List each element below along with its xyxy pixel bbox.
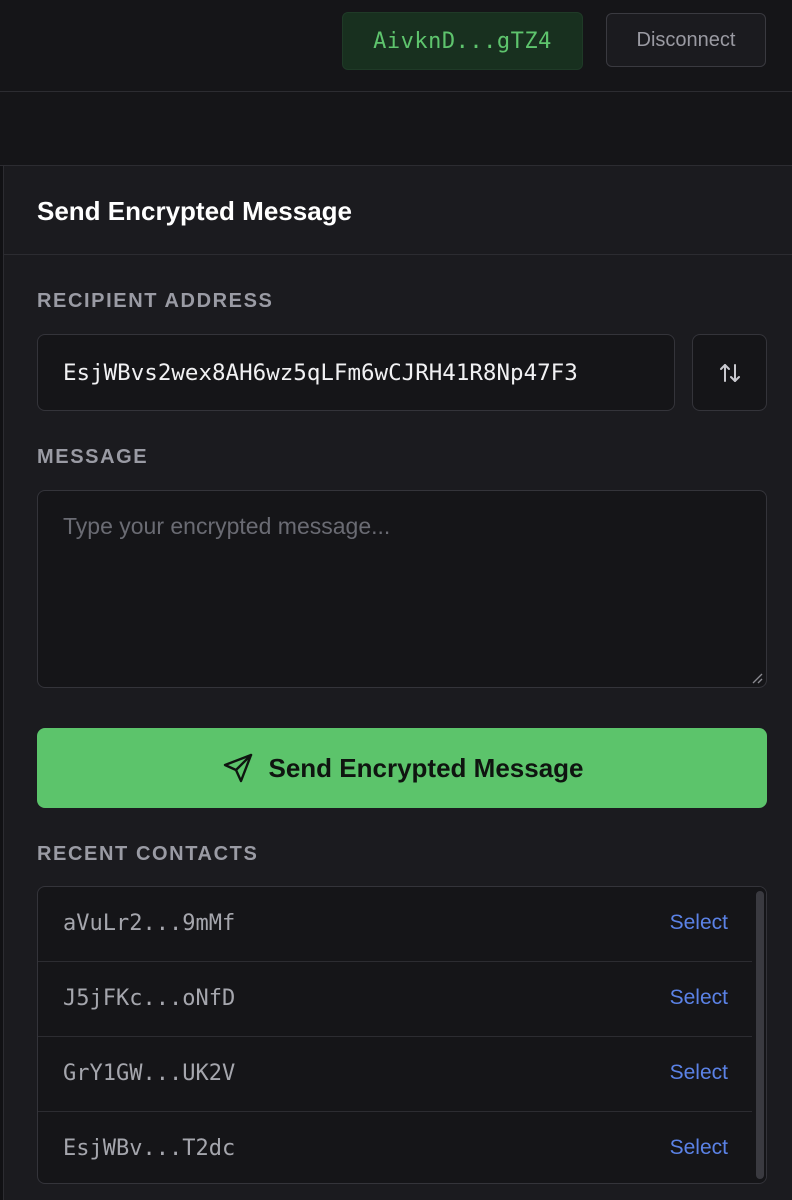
top-header: AivknD...gTZ4 Disconnect bbox=[0, 0, 792, 92]
recent-contacts-list: aVuLr2...9mMf Select J5jFKc...oNfD Selec… bbox=[37, 886, 767, 1184]
card-title: Send Encrypted Message bbox=[37, 196, 352, 226]
message-textarea[interactable] bbox=[37, 490, 767, 688]
contact-row: GrY1GW...UK2V Select bbox=[38, 1037, 752, 1112]
swap-vertical-icon bbox=[719, 363, 740, 382]
message-label: MESSAGE bbox=[37, 446, 149, 468]
contact-select-link[interactable]: Select bbox=[670, 911, 728, 935]
recipient-address-input[interactable] bbox=[37, 334, 675, 411]
contact-row: J5jFKc...oNfD Select bbox=[38, 962, 752, 1037]
send-message-card: Send Encrypted Message RECIPIENT ADDRESS… bbox=[3, 166, 792, 1200]
contact-row: aVuLr2...9mMf Select bbox=[38, 887, 752, 962]
wallet-address-badge[interactable]: AivknD...gTZ4 bbox=[342, 12, 583, 70]
contacts-scrollbar[interactable] bbox=[752, 887, 766, 1183]
contact-select-link[interactable]: Select bbox=[670, 986, 728, 1010]
send-icon bbox=[221, 751, 255, 785]
contact-address: aVuLr2...9mMf bbox=[63, 911, 236, 936]
swap-address-button[interactable] bbox=[692, 334, 767, 411]
contact-address: J5jFKc...oNfD bbox=[63, 986, 236, 1011]
contact-row: EsjWBv...T2dc Select bbox=[38, 1112, 752, 1183]
sub-header bbox=[0, 92, 792, 166]
app-page: AivknD...gTZ4 Disconnect Send Encrypted … bbox=[0, 0, 792, 1200]
send-button-label: Send Encrypted Message bbox=[268, 752, 584, 783]
recipient-address-label: RECIPIENT ADDRESS bbox=[37, 290, 274, 312]
contact-address: GrY1GW...UK2V bbox=[63, 1061, 236, 1086]
send-encrypted-message-button[interactable]: Send Encrypted Message bbox=[37, 728, 767, 808]
card-header: Send Encrypted Message bbox=[4, 166, 792, 255]
contact-select-link[interactable]: Select bbox=[670, 1136, 728, 1160]
contact-select-link[interactable]: Select bbox=[670, 1061, 728, 1085]
resize-grip-icon[interactable] bbox=[751, 672, 763, 684]
scrollbar-thumb[interactable] bbox=[756, 891, 764, 1179]
contact-address: EsjWBv...T2dc bbox=[63, 1136, 236, 1161]
disconnect-button[interactable]: Disconnect bbox=[606, 13, 766, 67]
recent-contacts-label: RECENT CONTACTS bbox=[37, 843, 259, 865]
